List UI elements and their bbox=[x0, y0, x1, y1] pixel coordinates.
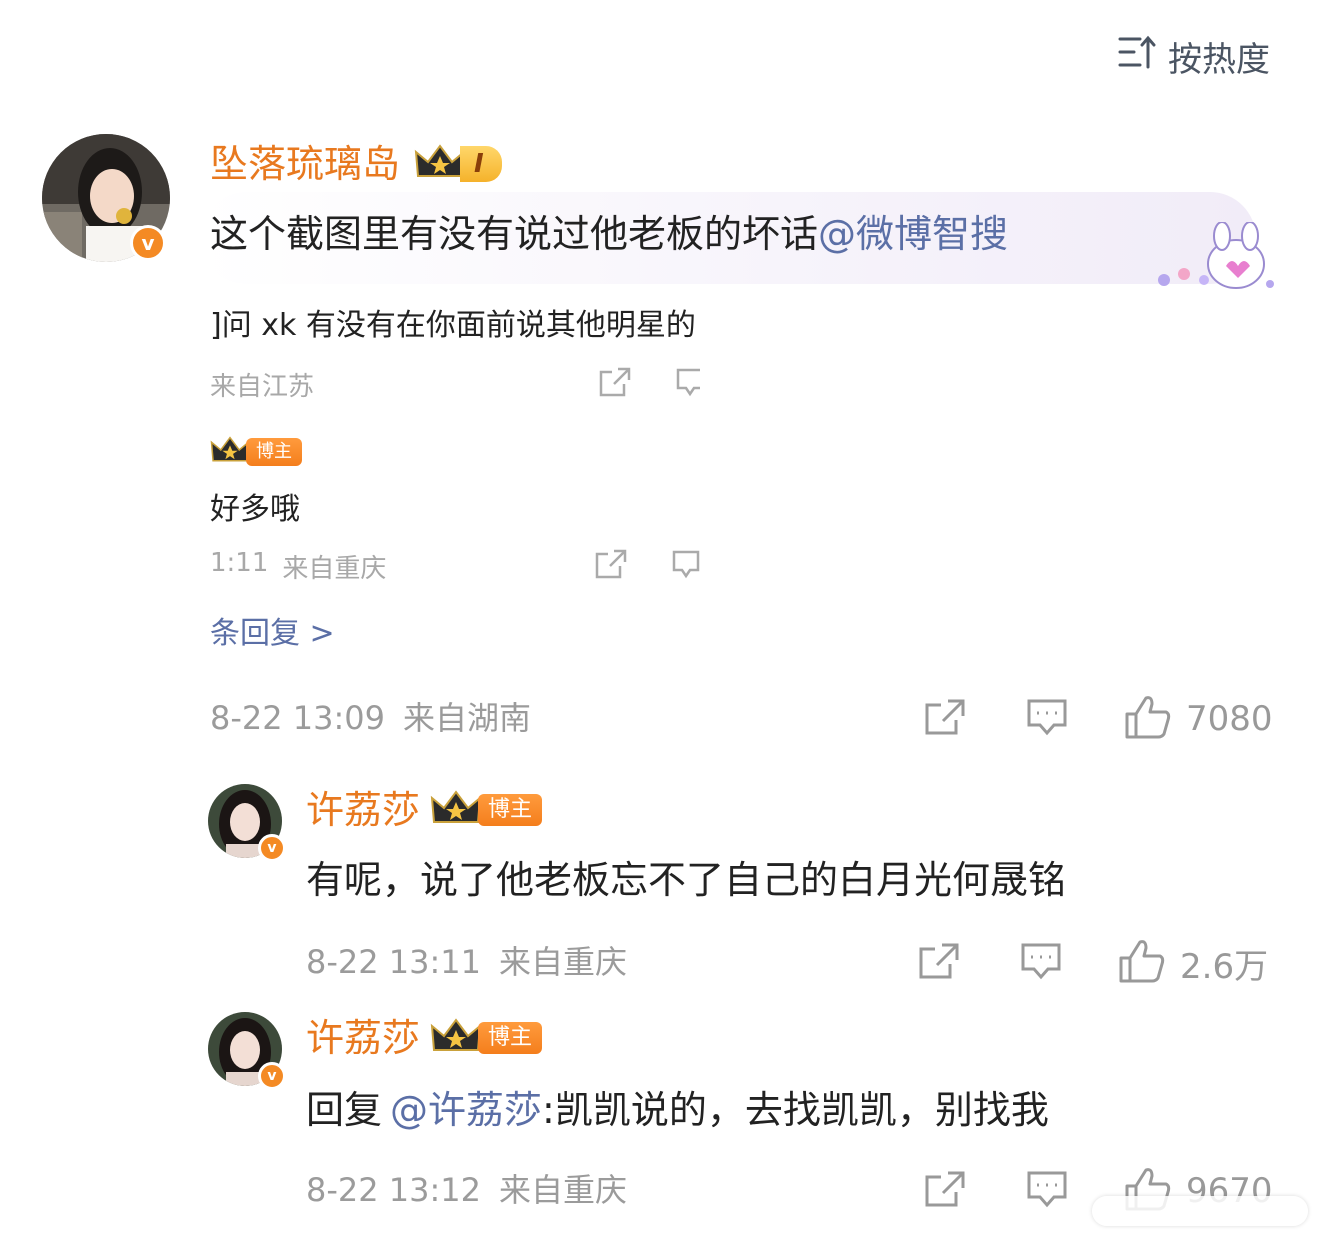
screenshot-share-icon-2 bbox=[594, 548, 628, 584]
like-count: 7080 bbox=[1186, 699, 1273, 739]
comment-time: 8-22 13:09 bbox=[210, 699, 386, 737]
comment-icon[interactable] bbox=[1026, 698, 1068, 742]
verified-badge-icon: v bbox=[258, 834, 286, 862]
screenshot-comment-icon-2 bbox=[672, 548, 700, 584]
reply-body: :凯凯说的，去找凯凯，别找我 bbox=[542, 1088, 1049, 1132]
screenshot-comment-icon bbox=[676, 366, 700, 402]
like-count: 2.6万 bbox=[1180, 946, 1269, 987]
comment-text: 这个截图里有没有说过他老板的坏话@微博智搜 bbox=[210, 210, 1008, 258]
verified-badge-icon: v bbox=[130, 225, 166, 261]
crown-icon bbox=[430, 788, 482, 832]
comment-meta: 8-22 13:09 来自湖南 bbox=[210, 698, 531, 738]
reply-time: 8-22 13:12 bbox=[306, 1171, 482, 1209]
share-icon[interactable] bbox=[924, 1170, 966, 1212]
host-tag: 博主 bbox=[478, 1022, 543, 1054]
screenshot-meta: 来自江苏 bbox=[210, 372, 315, 402]
screenshot-share-icon bbox=[598, 366, 632, 402]
reply-meta: 8-22 13:12 来自重庆 bbox=[306, 1170, 627, 1210]
sort-label: 按热度 bbox=[1168, 39, 1270, 80]
screenshot-reply-text: 好多哦 bbox=[210, 492, 300, 527]
like-icon bbox=[1124, 694, 1172, 744]
comment-body: 这个截图里有没有说过他老板的坏话 bbox=[210, 212, 819, 256]
reply-prefix: 回复 bbox=[306, 1088, 383, 1132]
like-button[interactable]: 2.6万 bbox=[1118, 938, 1268, 988]
username[interactable]: 坠落琉璃岛 bbox=[210, 142, 400, 186]
comment-icon[interactable] bbox=[1026, 1170, 1068, 1214]
mention-link[interactable]: @许荔莎 bbox=[390, 1088, 542, 1132]
like-icon bbox=[1118, 938, 1166, 988]
screenshot-reply-time: 1:11 bbox=[210, 548, 269, 578]
share-icon[interactable] bbox=[918, 942, 960, 984]
reply-text: 有呢，说了他老板忘不了自己的白月光何晟铭 bbox=[306, 858, 1067, 902]
screenshot-reply-location: 来自重庆 bbox=[282, 554, 387, 584]
host-badge: 博主 bbox=[430, 788, 543, 832]
screenshot-reply-meta: 1:11 来自重庆 bbox=[210, 548, 386, 585]
reply-location: 来自重庆 bbox=[499, 1171, 628, 1209]
level-label: I bbox=[460, 146, 502, 182]
crown-icon bbox=[430, 1016, 482, 1060]
comment-location: 来自湖南 bbox=[403, 699, 532, 737]
screenshot-crown-icon bbox=[210, 434, 250, 470]
screenshot-line: ]问 xk 有没有在你面前说其他明星的 bbox=[210, 308, 696, 343]
like-button[interactable]: 7080 bbox=[1124, 694, 1273, 744]
reply-username[interactable]: 许荔莎 bbox=[306, 1016, 420, 1060]
comment-icon[interactable] bbox=[1020, 942, 1062, 986]
reply-text: 回复 @许荔莎:凯凯说的，去找凯凯，别找我 bbox=[306, 1086, 1049, 1134]
reply-location: 来自重庆 bbox=[499, 943, 628, 981]
host-badge: 博主 bbox=[430, 1016, 543, 1060]
sort-icon bbox=[1118, 35, 1156, 78]
share-icon[interactable] bbox=[924, 698, 966, 740]
watermark bbox=[1092, 1196, 1308, 1226]
level-badge: I bbox=[414, 142, 502, 186]
screenshot-host-tag: 博主 bbox=[246, 438, 302, 466]
reply-username[interactable]: 许荔莎 bbox=[306, 788, 420, 832]
sort-by-hot-button[interactable]: 按热度 bbox=[1118, 34, 1270, 80]
reply-meta: 8-22 13:11 来自重庆 bbox=[306, 942, 627, 982]
reply-time: 8-22 13:11 bbox=[306, 943, 482, 981]
crown-icon bbox=[414, 142, 466, 186]
verified-badge-icon: v bbox=[258, 1062, 286, 1090]
host-tag: 博主 bbox=[478, 794, 543, 826]
bunny-sticker-icon bbox=[1150, 221, 1280, 298]
mention-link[interactable]: @微博智搜 bbox=[818, 212, 1008, 256]
screenshot-reply-header: 博主 bbox=[210, 434, 302, 470]
screenshot-more-replies: 条回复 > bbox=[210, 616, 335, 651]
